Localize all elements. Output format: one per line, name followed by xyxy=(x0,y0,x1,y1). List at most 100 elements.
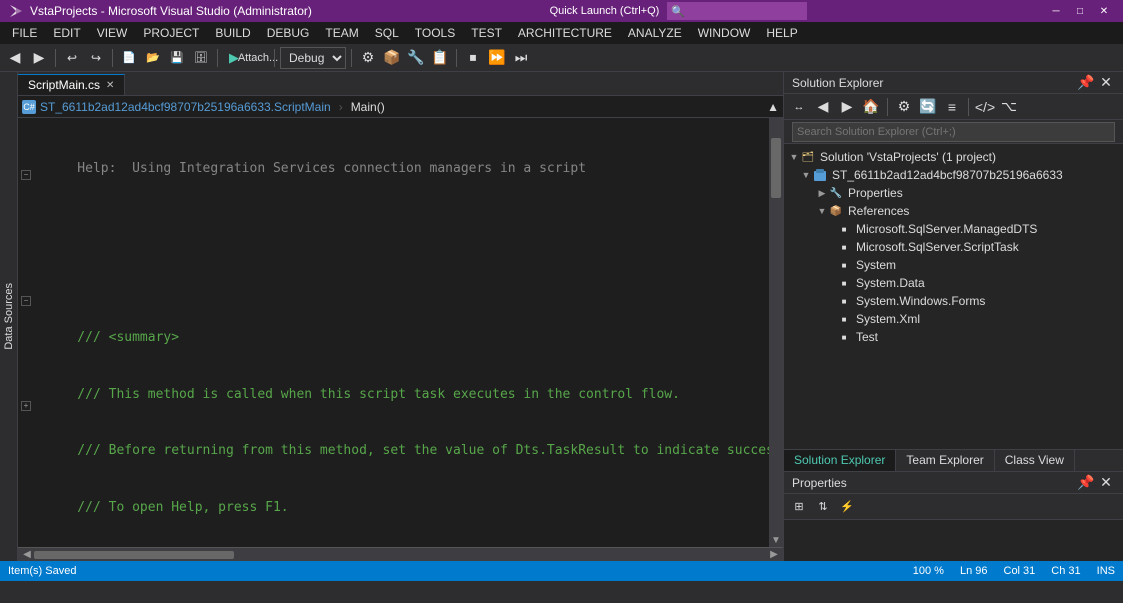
menu-sql[interactable]: SQL xyxy=(367,22,407,44)
prop-pin-button[interactable]: 📌 xyxy=(1077,474,1095,492)
prop-sort-button[interactable]: ⇅ xyxy=(812,496,834,518)
search-icon: 🔍 xyxy=(671,5,685,18)
tree-item-properties[interactable]: ▶ 🔧 Properties xyxy=(784,184,1123,202)
tree-item-ref-0[interactable]: ■ Microsoft.SqlServer.ManagedDTS xyxy=(784,220,1123,238)
se-pin-button[interactable]: 📌 xyxy=(1077,74,1095,92)
menu-build[interactable]: BUILD xyxy=(207,22,258,44)
tree-item-ref-5[interactable]: ■ System.Xml xyxy=(784,310,1123,328)
collapse-btn-1[interactable]: − xyxy=(21,170,31,180)
tab-close-button[interactable]: ✕ xyxy=(106,80,114,91)
se-home-button[interactable]: 🏠 xyxy=(860,96,882,118)
se-collapse-button[interactable]: ≡ xyxy=(941,96,963,118)
status-bar: Item(s) Saved 100 % Ln 96 Col 31 Ch 31 I… xyxy=(0,561,1123,581)
se-tabs: Solution Explorer Team Explorer Class Vi… xyxy=(784,449,1123,471)
se-close-button[interactable]: ✕ xyxy=(1097,74,1115,92)
minimize-button[interactable]: ─ xyxy=(1045,0,1067,22)
title-bar-controls: ─ □ ✕ xyxy=(1045,0,1115,22)
code-line-3 xyxy=(46,273,761,292)
se-tab-team-explorer[interactable]: Team Explorer xyxy=(896,450,994,471)
save-button[interactable]: 💾 xyxy=(166,47,188,69)
collapse-btn-2[interactable]: − xyxy=(21,296,31,306)
maximize-button[interactable]: □ xyxy=(1069,0,1091,22)
h-scroll-track[interactable] xyxy=(34,551,767,559)
se-sync-button[interactable]: ↔ xyxy=(788,96,810,118)
editor-scroll-up[interactable]: ▲ xyxy=(767,100,779,114)
back-button[interactable]: ◀ xyxy=(4,47,26,69)
toolbar-icon1[interactable]: ⚙ xyxy=(357,47,379,69)
forward-button[interactable]: ▶ xyxy=(28,47,50,69)
toolbar-icon4[interactable]: 📋 xyxy=(429,47,451,69)
attach-button[interactable]: Attach... xyxy=(247,47,269,69)
menu-file[interactable]: FILE xyxy=(4,22,45,44)
tree-item-ref-2[interactable]: ■ System xyxy=(784,256,1123,274)
code-area[interactable]: Help: Using Integration Services connect… xyxy=(38,118,769,547)
h-scroll-thumb[interactable] xyxy=(34,551,234,559)
save-all-button[interactable]: 🗄 xyxy=(190,47,212,69)
scroll-down-btn[interactable]: ▼ xyxy=(769,533,783,547)
menu-debug[interactable]: DEBUG xyxy=(259,22,318,44)
menu-architecture[interactable]: ARCHITECTURE xyxy=(510,22,620,44)
prop-grid-button[interactable]: ⊞ xyxy=(788,496,810,518)
debug-mode-select[interactable]: Debug xyxy=(280,47,346,69)
toolbar: ◀ ▶ ↩ ↪ 📄 📂 💾 🗄 ▶ Attach... Debug ⚙ 📦 🔧 … xyxy=(0,44,1123,72)
method-select: Main() xyxy=(351,100,385,114)
undo-button[interactable]: ↩ xyxy=(61,47,83,69)
menu-team[interactable]: TEAM xyxy=(317,22,366,44)
menu-project[interactable]: PROJECT xyxy=(135,22,207,44)
code-line-1: Help: Using Integration Services connect… xyxy=(46,160,761,179)
editor-container: ScriptMain.cs ✕ C# ST_6611b2ad12ad4bcf98… xyxy=(18,72,783,561)
nav-icon: C# xyxy=(22,100,36,114)
toolbar-icon2[interactable]: 📦 xyxy=(381,47,403,69)
new-button[interactable]: 📄 xyxy=(118,47,140,69)
se-back-button[interactable]: ◀ xyxy=(812,96,834,118)
se-tab-solution-explorer[interactable]: Solution Explorer xyxy=(784,450,896,471)
menu-help[interactable]: HELP xyxy=(758,22,805,44)
toolbar-icon7[interactable]: ⏭ xyxy=(510,47,532,69)
se-show-files-button[interactable]: </> xyxy=(974,96,996,118)
menu-test[interactable]: TEST xyxy=(463,22,510,44)
se-tree: ▼ 🗂 Solution 'VstaProjects' (1 project) … xyxy=(784,144,1123,449)
editor-tab-scriptmain[interactable]: ScriptMain.cs ✕ xyxy=(18,74,125,95)
redo-button[interactable]: ↪ xyxy=(85,47,107,69)
ref-label-4: System.Windows.Forms xyxy=(856,294,985,308)
tree-item-project[interactable]: ▼ ST_6611b2ad12ad4bcf98707b25196a6633 xyxy=(784,166,1123,184)
se-tab-class-view[interactable]: Class View xyxy=(995,450,1075,471)
menu-edit[interactable]: EDIT xyxy=(45,22,88,44)
tree-item-ref-1[interactable]: ■ Microsoft.SqlServer.ScriptTask xyxy=(784,238,1123,256)
prop-events-button[interactable]: ⚡ xyxy=(836,496,858,518)
close-button[interactable]: ✕ xyxy=(1093,0,1115,22)
ref-label-6: Test xyxy=(856,330,878,344)
menu-window[interactable]: WINDOW xyxy=(690,22,759,44)
tree-item-ref-4[interactable]: ■ System.Windows.Forms xyxy=(784,292,1123,310)
scrollbar-thumb[interactable] xyxy=(771,138,781,198)
se-settings-button[interactable]: ⚙ xyxy=(893,96,915,118)
open-button[interactable]: 📂 xyxy=(142,47,164,69)
prop-close-button[interactable]: ✕ xyxy=(1097,474,1115,492)
tree-item-references[interactable]: ▼ 📦 References xyxy=(784,202,1123,220)
scroll-left-btn[interactable]: ◀ xyxy=(20,548,34,562)
tree-item-solution[interactable]: ▼ 🗂 Solution 'VstaProjects' (1 project) xyxy=(784,148,1123,166)
scroll-right-btn[interactable]: ▶ xyxy=(767,548,781,562)
references-label: References xyxy=(848,204,909,218)
ref-icon-0: ■ xyxy=(836,221,852,237)
toolbar-icon6[interactable]: ⏩ xyxy=(486,47,508,69)
tree-item-ref-6[interactable]: ■ Test xyxy=(784,328,1123,346)
menu-analyze[interactable]: ANALYZE xyxy=(620,22,690,44)
properties-expand-arrow: ▶ xyxy=(816,188,828,199)
h-scroll[interactable]: ◀ ▶ xyxy=(18,547,783,561)
editor-scrollbar[interactable]: ▼ xyxy=(769,118,783,547)
collapse-btn-3[interactable]: + xyxy=(21,401,31,411)
menu-tools[interactable]: TOOLS xyxy=(407,22,463,44)
toolbar-icon3[interactable]: 🔧 xyxy=(405,47,427,69)
editor-main[interactable]: − − + Help: Using Integrati xyxy=(18,118,783,547)
data-sources-label: Data Sources xyxy=(3,283,15,350)
se-forward-button[interactable]: ▶ xyxy=(836,96,858,118)
toolbar-icon5[interactable]: ⏹ xyxy=(462,47,484,69)
se-filter-button[interactable]: ⌥ xyxy=(998,96,1020,118)
se-search-input[interactable] xyxy=(792,122,1115,142)
se-controls: 📌 ✕ xyxy=(1077,74,1115,92)
title-text: VstaProjects - Microsoft Visual Studio (… xyxy=(30,4,312,18)
menu-view[interactable]: VIEW xyxy=(89,22,136,44)
se-refresh-button[interactable]: 🔄 xyxy=(917,96,939,118)
tree-item-ref-3[interactable]: ■ System.Data xyxy=(784,274,1123,292)
